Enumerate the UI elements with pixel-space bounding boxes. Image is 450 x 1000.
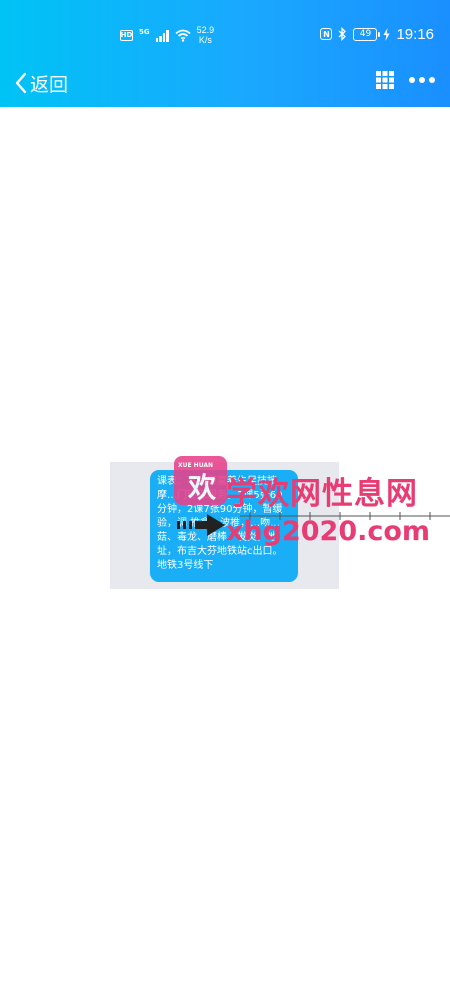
grid-icon[interactable] [374,69,396,91]
speed-value: 52.9 [196,25,215,35]
signal-icon [155,29,169,42]
battery-level: 49 [359,29,372,39]
watermark-site: xhg2020.com [226,516,431,547]
watermark-logo-char: 欢 [188,471,217,504]
wifi-icon [175,29,191,42]
status-left: HD 5G 52.9 K/s [120,20,214,50]
hd-icon: HD [120,29,133,41]
nfc-icon: N [320,28,333,40]
more-icon[interactable] [408,69,436,91]
bluetooth-icon [339,27,347,41]
back-button[interactable]: 返回 [14,66,68,100]
content-area: 课表：享受康富养生足技按摩…门环保服务，1课5张60分钟，2课7张90分钟，暂缓… [0,107,450,1000]
nav-bar: 返回 [0,60,450,107]
battery-icon: 49 [353,27,381,41]
watermark-title: 学欢网性息网 [226,476,418,512]
back-chevron-icon [15,72,27,94]
clock: 19:16 [396,25,434,43]
speed-unit: K/s [198,35,212,45]
status-right: N 49 19:16 [320,22,434,46]
charging-icon [383,27,390,41]
network-type: 5G [139,28,150,36]
arrow-right-icon [177,514,225,536]
top-header: HD 5G 52.9 K/s N 49 19:16 返回 [0,0,450,107]
network-speed: 52.9 K/s [197,25,215,45]
back-label: 返回 [30,73,69,96]
status-bar: HD 5G 52.9 K/s N 49 19:16 [0,0,450,60]
watermark-logo: XUE HUAN 欢 [174,456,227,505]
